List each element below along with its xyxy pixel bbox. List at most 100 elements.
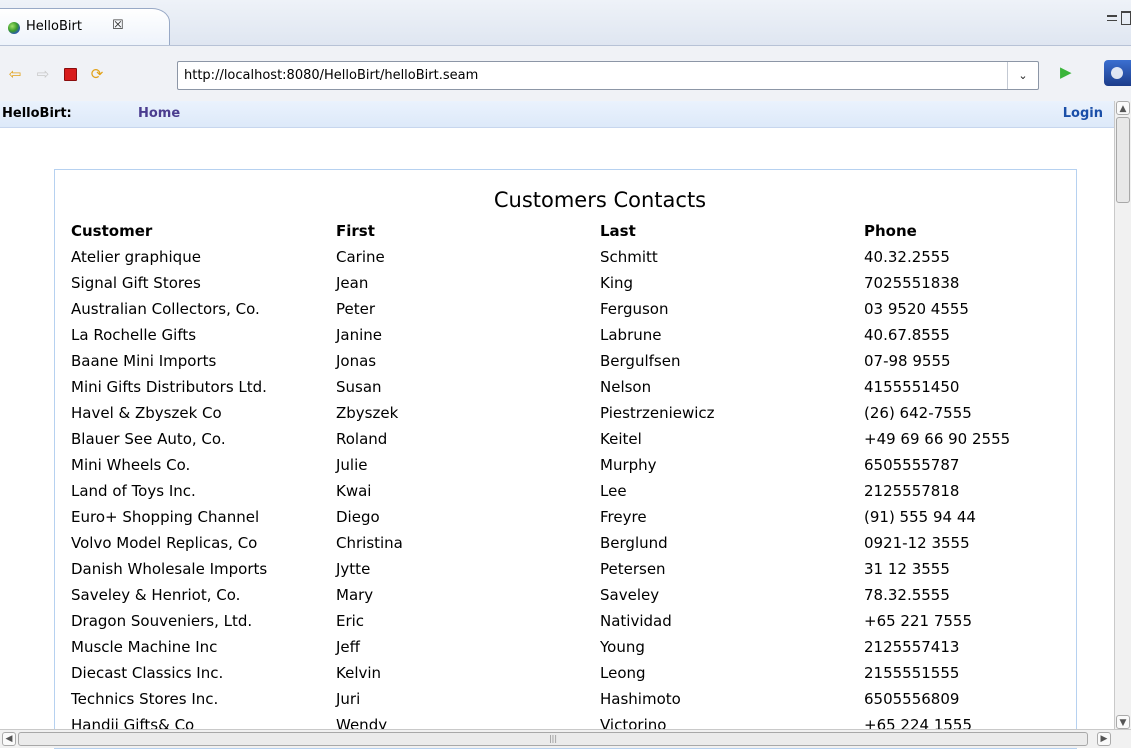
customers-table: Customer First Last Phone Atelier graphi… (71, 218, 1064, 738)
cell-phone: 40.32.2555 (864, 248, 950, 266)
scroll-up-icon[interactable]: ▲ (1116, 101, 1130, 115)
table-row: Atelier graphique Carine Schmitt 40.32.2555 (71, 244, 1064, 270)
tab-title: HelloBirt (26, 19, 82, 34)
globe-icon (8, 22, 20, 34)
table-row: Diecast Classics Inc. Kelvin Leong 21555515… (71, 660, 1064, 686)
cell-phone: 03 9520 4555 (864, 300, 969, 318)
brand-label: HelloBirt: (2, 106, 72, 121)
cell-last: Lee (600, 482, 627, 500)
home-link[interactable]: Home (138, 106, 180, 121)
cell-customer: Havel & Zbyszek Co (71, 404, 222, 422)
horizontal-scrollbar[interactable]: ◀ ||| ▶ (0, 729, 1131, 748)
cell-last: Piestrzeniewicz (600, 404, 715, 422)
cell-phone: (26) 642-7555 (864, 404, 972, 422)
cell-last: Petersen (600, 560, 666, 578)
column-header-first: First (336, 222, 375, 240)
login-link[interactable]: Login (1063, 106, 1103, 121)
cell-customer: Euro+ Shopping Channel (71, 508, 260, 526)
table-row: La Rochelle Gifts Janine Labrune 40.67.8555 (71, 322, 1064, 348)
table-row: Euro+ Shopping Channel Diego Freyre (91) 55… (71, 504, 1064, 530)
cell-customer: Australian Collectors, Co. (71, 300, 260, 318)
stop-icon[interactable] (61, 65, 79, 83)
eclipse-icon[interactable] (1104, 60, 1131, 86)
cell-customer: Muscle Machine Inc (71, 638, 218, 656)
cell-first: Eric (336, 612, 365, 630)
close-icon[interactable]: ☒ (112, 18, 124, 33)
tab-hellobirt[interactable]: HelloBirt ☒ (0, 8, 170, 45)
cell-phone: 7025551838 (864, 274, 960, 292)
forward-arrow-icon[interactable]: ⇨ (34, 65, 52, 83)
cell-phone: 0921-12 3555 (864, 534, 970, 552)
cell-first: Kelvin (336, 664, 382, 682)
column-header-phone: Phone (864, 222, 917, 240)
cell-last: Freyre (600, 508, 647, 526)
table-row: Mini Wheels Co. Julie Murphy 6505555787 (71, 452, 1064, 478)
cell-phone: (91) 555 94 44 (864, 508, 976, 526)
cell-first: Susan (336, 378, 382, 396)
cell-first: Mary (336, 586, 374, 604)
cell-customer: Land of Toys Inc. (71, 482, 196, 500)
url-input[interactable]: http://localhost:8080/HelloBirt/helloBir… (177, 61, 1039, 90)
cell-first: Carine (336, 248, 385, 266)
cell-last: Labrune (600, 326, 662, 344)
back-arrow-icon[interactable]: ⇦ (6, 65, 24, 83)
cell-first: Juri (336, 690, 361, 708)
table-row: Dragon Souveniers, Ltd. Eric Natividad +65 … (71, 608, 1064, 634)
maximize-icon[interactable] (1121, 10, 1131, 25)
cell-customer: La Rochelle Gifts (71, 326, 197, 344)
cell-customer: Mini Wheels Co. (71, 456, 191, 474)
cell-phone: 4155551450 (864, 378, 960, 396)
cell-customer: Mini Gifts Distributors Ltd. (71, 378, 267, 396)
browser-toolbar: ⇦ ⇨ ⟳ http://localhost:8080/HelloBirt/he… (0, 45, 1131, 102)
vertical-scrollbar[interactable]: ▲ ▼ (1114, 101, 1131, 729)
cell-customer: Atelier graphique (71, 248, 201, 266)
scroll-right-icon[interactable]: ▶ (1097, 732, 1111, 746)
cell-customer: Saveley & Henriot, Co. (71, 586, 241, 604)
page-navbar: HelloBirt: Home Login (0, 101, 1114, 128)
table-row: Australian Collectors, Co. Peter Ferguson 0… (71, 296, 1064, 322)
cell-customer: Technics Stores Inc. (71, 690, 219, 708)
cell-customer: Blauer See Auto, Co. (71, 430, 226, 448)
cell-phone: +65 221 7555 (864, 612, 972, 630)
cell-phone: 2155551555 (864, 664, 960, 682)
url-text[interactable]: http://localhost:8080/HelloBirt/helloBir… (184, 68, 478, 83)
table-row: Land of Toys Inc. Kwai Lee 2125557818 (71, 478, 1064, 504)
refresh-icon[interactable]: ⟳ (88, 65, 106, 83)
vertical-scroll-thumb[interactable] (1116, 117, 1130, 203)
cell-last: Nelson (600, 378, 652, 396)
cell-phone: 31 12 3555 (864, 560, 950, 578)
scroll-left-icon[interactable]: ◀ (2, 732, 16, 746)
cell-last: Keitel (600, 430, 642, 448)
chevron-down-icon[interactable]: ⌄ (1007, 62, 1038, 89)
cell-first: Peter (336, 300, 376, 318)
cell-last: Hashimoto (600, 690, 681, 708)
cell-last: Natividad (600, 612, 672, 630)
table-header-row: Customer First Last Phone (71, 218, 1064, 244)
table-row: Mini Gifts Distributors Ltd. Susan Nelson 4… (71, 374, 1064, 400)
cell-first: Julie (336, 456, 368, 474)
cell-customer: Baane Mini Imports (71, 352, 217, 370)
cell-phone: 40.67.8555 (864, 326, 950, 344)
cell-customer: Volvo Model Replicas, Co (71, 534, 258, 552)
cell-last: Murphy (600, 456, 657, 474)
table-row: Muscle Machine Inc Jeff Young 2125557413 (71, 634, 1064, 660)
column-header-last: Last (600, 222, 636, 240)
cell-phone: 6505556809 (864, 690, 960, 708)
cell-last: Saveley (600, 586, 660, 604)
report-container: Customers Contacts Customer First Last P… (54, 169, 1077, 749)
table-row: Signal Gift Stores Jean King 7025551838 (71, 270, 1064, 296)
go-icon[interactable]: ▶ (1060, 63, 1072, 81)
cell-last: Berglund (600, 534, 668, 552)
cell-customer: Signal Gift Stores (71, 274, 201, 292)
cell-last: Ferguson (600, 300, 669, 318)
horizontal-scroll-thumb[interactable]: ||| (18, 732, 1088, 746)
cell-first: Jonas (336, 352, 377, 370)
column-header-customer: Customer (71, 222, 153, 240)
table-row: Danish Wholesale Imports Jytte Petersen 31 … (71, 556, 1064, 582)
scroll-down-icon[interactable]: ▼ (1116, 715, 1130, 729)
table-row: Saveley & Henriot, Co. Mary Saveley 78.32.5… (71, 582, 1064, 608)
cell-first: Jean (336, 274, 369, 292)
minimize-icon[interactable] (1107, 14, 1117, 21)
table-row: Volvo Model Replicas, Co Christina Berglun… (71, 530, 1064, 556)
cell-customer: Diecast Classics Inc. (71, 664, 224, 682)
